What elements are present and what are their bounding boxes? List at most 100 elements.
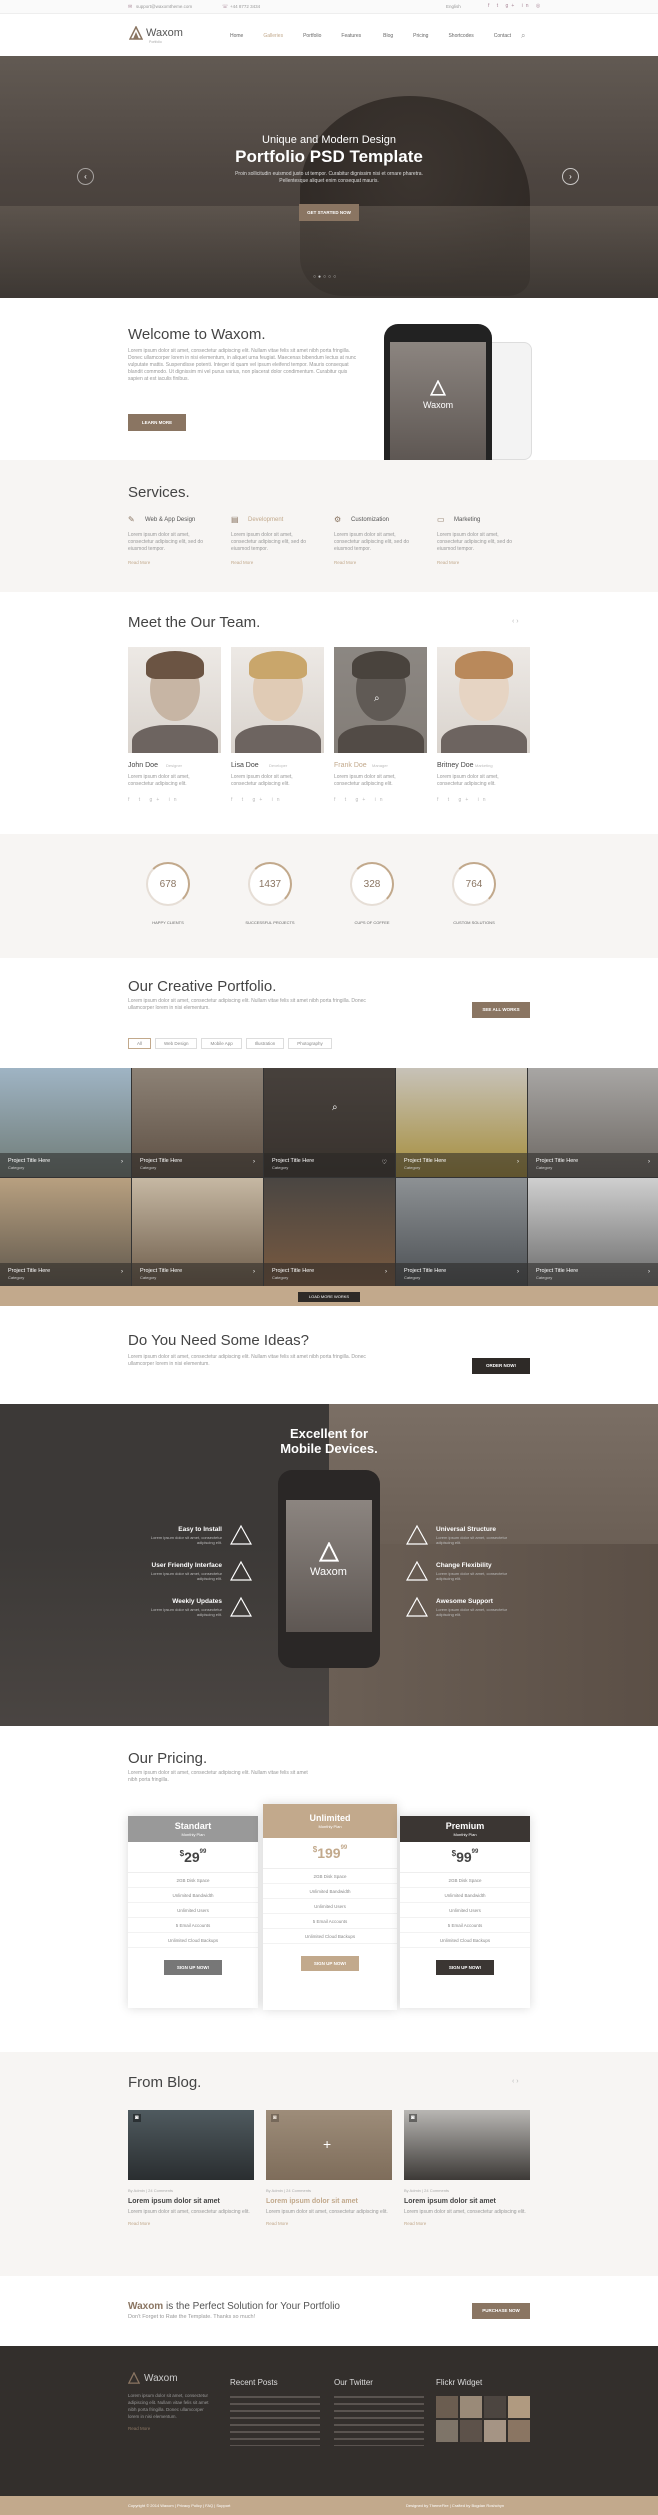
blog-post-image[interactable]: ◙ + [266,2110,392,2180]
team-social-icons[interactable]: f t g+ in [437,797,490,803]
plus-icon[interactable]: + [323,2136,331,2152]
team-photo[interactable] [128,647,221,753]
sign-up-button[interactable]: SIGN UP NOW! [436,1960,494,1975]
filter-photography[interactable]: Photography [288,1038,332,1049]
zoom-icon[interactable]: ⌕ [374,693,380,704]
filter-all[interactable]: All [128,1038,152,1049]
portfolio-item-title[interactable]: Project Title Here [404,1158,446,1164]
filter-web-design[interactable]: Web Design [155,1038,198,1049]
flickr-thumb[interactable] [460,2396,482,2418]
nav-item-blog[interactable]: Blog [383,33,393,39]
service-name[interactable]: Customization [351,517,389,523]
hero-dots[interactable]: ○●○○○ [313,274,338,280]
portfolio-item-title[interactable]: Project Title Here [8,1158,50,1164]
filter-illustration[interactable]: Illustration [245,1038,285,1049]
blog-post-image[interactable]: ◙ [128,2110,254,2180]
team-social-icons[interactable]: f t g+ in [334,797,387,803]
portfolio-item[interactable]: Project Title Here Category › [396,1178,527,1287]
portfolio-item-title[interactable]: Project Title Here [404,1268,446,1274]
team-nav-arrows[interactable]: ‹ › [512,618,519,625]
blog-read-more[interactable]: Read More [404,2221,530,2226]
link-icon[interactable]: ♡ [382,1159,387,1166]
team-photo[interactable] [231,647,324,753]
link-icon[interactable]: › [385,1269,387,1275]
learn-more-button[interactable]: LEARN MORE [128,414,186,431]
link-icon[interactable]: › [517,1159,519,1165]
portfolio-item-title[interactable]: Project Title Here [8,1268,50,1274]
sign-up-button[interactable]: SIGN UP NOW! [164,1960,222,1975]
portfolio-item-title[interactable]: Project Title Here [272,1158,314,1164]
flickr-thumb[interactable] [436,2396,458,2418]
link-icon[interactable]: › [121,1159,123,1165]
hero-next-arrow[interactable]: › [562,168,579,185]
link-icon[interactable]: › [121,1269,123,1275]
link-icon[interactable]: › [517,1269,519,1275]
blog-read-more[interactable]: Read More [128,2221,254,2226]
nav-item-galleries[interactable]: Galleries [263,33,283,39]
portfolio-item[interactable]: Project Title Here Category › [396,1068,527,1177]
link-icon[interactable]: › [648,1159,650,1165]
portfolio-item[interactable]: Project Title Here Category › [0,1178,131,1287]
portfolio-item-title[interactable]: Project Title Here [272,1268,314,1274]
service-name[interactable]: Marketing [454,517,480,523]
service-read-more[interactable]: Read More [334,560,356,565]
flickr-thumb[interactable] [460,2420,482,2442]
load-more-button[interactable]: LOAD MORE WORKS [298,1292,360,1302]
filter-mobile-app[interactable]: Mobile App [201,1038,242,1049]
footer-logo-text[interactable]: Waxom [144,2373,178,2384]
blog-post-image[interactable]: ◙ [404,2110,530,2180]
blog-read-more[interactable]: Read More [266,2221,392,2226]
portfolio-item[interactable]: Project Title Here Category › [264,1178,395,1287]
link-icon[interactable]: › [253,1159,255,1165]
flickr-thumb[interactable] [436,2420,458,2442]
hero-cta-button[interactable]: GET STARTED NOW [299,204,359,221]
service-name[interactable]: Web & App Design [145,517,195,523]
nav-item-pricing[interactable]: Pricing [413,33,428,39]
purchase-now-button[interactable]: PURCHASE NOW [472,2303,530,2319]
logo-text[interactable]: Waxom [146,27,183,39]
service-read-more[interactable]: Read More [128,560,150,565]
blog-post-title[interactable]: Lorem ipsum dolor sit amet [404,2198,530,2205]
blog-post-title[interactable]: Lorem ipsum dolor sit amet [128,2198,254,2205]
portfolio-item[interactable]: Project Title Here Category › [132,1068,263,1177]
service-name[interactable]: Development [248,517,283,523]
portfolio-item[interactable]: Project Title Here Category › [0,1068,131,1177]
social-icons[interactable]: f t g+ in ◎ [488,3,543,9]
portfolio-item-title[interactable]: Project Title Here [536,1268,578,1274]
flickr-thumb[interactable] [508,2396,530,2418]
hero-prev-arrow[interactable]: ‹ [77,168,94,185]
portfolio-item-title[interactable]: Project Title Here [140,1268,182,1274]
footer-read-more[interactable]: Read More [128,2425,214,2432]
blog-nav-arrows[interactable]: ‹ › [512,2078,519,2085]
service-read-more[interactable]: Read More [231,560,253,565]
nav-item-portfolio[interactable]: Portfolio [303,33,321,39]
portfolio-item[interactable]: Project Title Here Category › [528,1178,658,1287]
nav-item-features[interactable]: Features [341,33,361,39]
nav-item-contact[interactable]: Contact [494,33,511,39]
language-select[interactable]: English [446,4,461,9]
nav-item-home[interactable]: Home [230,33,243,39]
order-now-button[interactable]: ORDER NOW! [472,1358,530,1374]
portfolio-item[interactable]: ⌕ Project Title Here Category ♡ [264,1068,395,1177]
blog-post-title[interactable]: Lorem ipsum dolor sit amet [266,2198,392,2205]
flickr-thumb[interactable] [484,2396,506,2418]
team-social-icons[interactable]: f t g+ in [231,797,284,803]
search-icon[interactable]: ⌕ [521,31,525,41]
nav-item-shortcodes[interactable]: Shortcodes [448,33,473,39]
zoom-icon[interactable]: ⌕ [332,1102,338,1113]
team-photo[interactable]: ⌕ [334,647,427,753]
team-photo[interactable] [437,647,530,753]
portfolio-item[interactable]: Project Title Here Category › [132,1178,263,1287]
portfolio-item-title[interactable]: Project Title Here [536,1158,578,1164]
link-icon[interactable]: › [648,1269,650,1275]
portfolio-item-title[interactable]: Project Title Here [140,1158,182,1164]
sign-up-button[interactable]: SIGN UP NOW! [301,1956,359,1971]
see-all-works-button[interactable]: SEE ALL WORKS [472,1002,530,1018]
link-icon[interactable]: › [253,1269,255,1275]
team-social-icons[interactable]: f t g+ in [128,797,181,803]
topbar-email[interactable]: support@waxomtheme.com [136,4,192,9]
portfolio-item[interactable]: Project Title Here Category › [528,1068,658,1177]
flickr-thumb[interactable] [484,2420,506,2442]
logo-icon[interactable] [129,26,143,40]
flickr-thumb[interactable] [508,2420,530,2442]
